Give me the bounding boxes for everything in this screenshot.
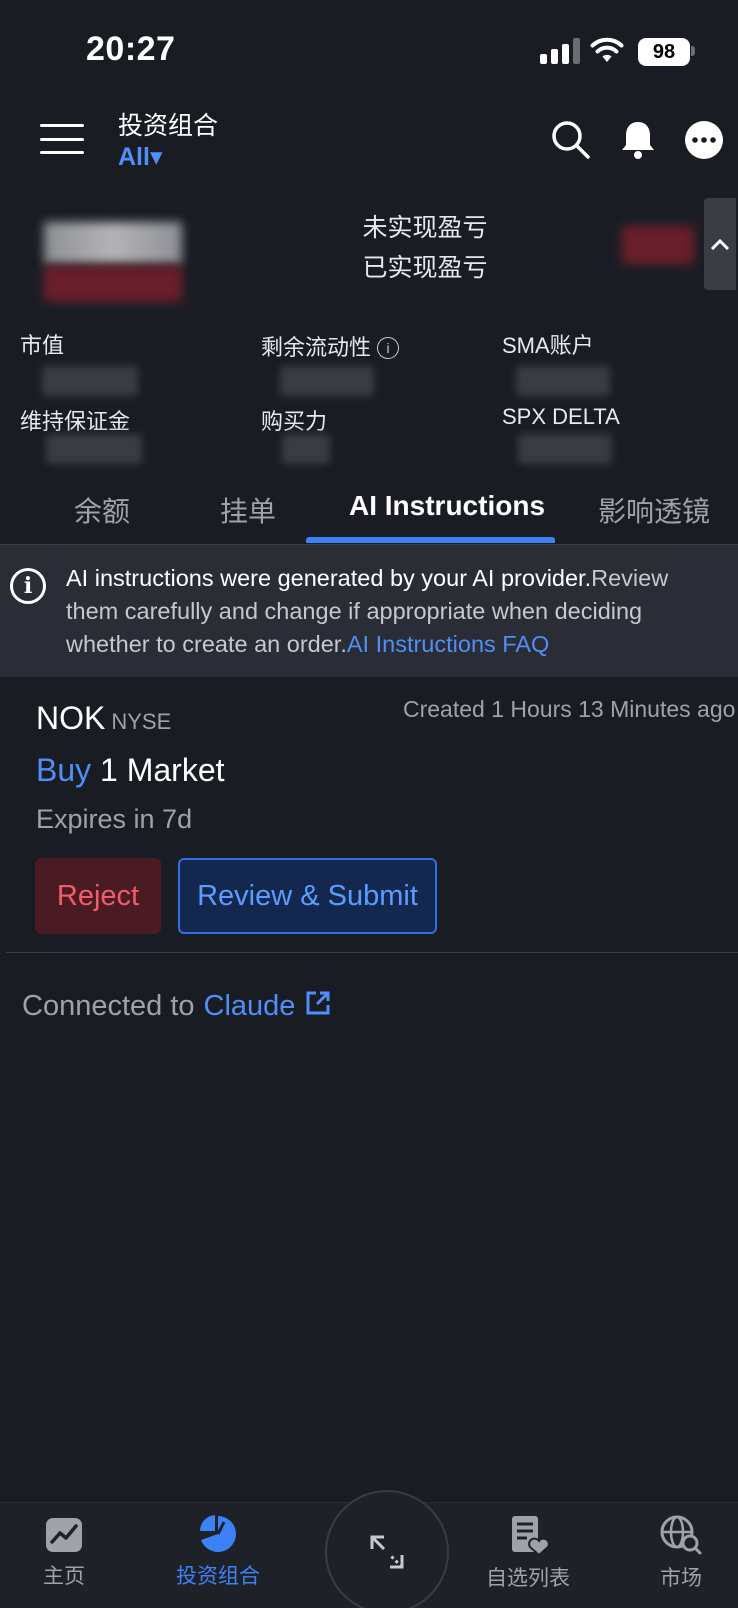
pnl-value-redacted (622, 226, 694, 264)
globe-search-icon (660, 1515, 702, 1555)
connection-status: Connected to Claude (22, 990, 331, 1023)
excess-liquidity-label: 剩余流动性 (261, 335, 372, 360)
more-options-icon[interactable] (682, 118, 726, 162)
account-filter-dropdown[interactable]: All▾ (118, 142, 163, 172)
exchange-label: NYSE (111, 709, 172, 734)
expiry-text: Expires in 7d (36, 804, 193, 834)
nav-label-home: 主页 (43, 1565, 85, 1588)
provider-link[interactable]: Claude (204, 990, 296, 1023)
ai-instructions-faq-link[interactable]: AI Instructions FAQ (347, 631, 549, 657)
hamburger-menu-icon[interactable] (40, 124, 84, 154)
daily-pnl-redacted (44, 266, 182, 302)
battery-tip (691, 46, 695, 56)
ai-disclaimer-text: AI instructions were generated by your A… (66, 562, 726, 661)
market-value-redacted (42, 366, 138, 396)
order-summary: Buy 1 Market (36, 752, 225, 789)
chevron-up-icon (710, 238, 730, 251)
connected-prefix: Connected to (22, 990, 195, 1022)
disclaimer-primary-text: AI instructions were generated by your A… (66, 565, 592, 591)
expand-arrows-icon (370, 1535, 404, 1569)
collapse-summary-button[interactable] (704, 198, 736, 290)
tab-ai-instructions[interactable]: AI Instructions (349, 490, 545, 522)
sma-redacted (516, 366, 610, 396)
created-timestamp: Created 1 Hours 13 Minutes ago (403, 696, 736, 722)
trade-center-button[interactable] (325, 1490, 449, 1608)
excess-liquidity-redacted (280, 366, 374, 396)
buying-power-label: 购买力 (261, 409, 328, 434)
wifi-icon (590, 37, 624, 62)
status-time: 20:27 (86, 30, 176, 68)
nav-item-markets[interactable]: 市场 (621, 1514, 738, 1592)
order-side: Buy (36, 752, 92, 788)
maintenance-margin-label: 维持保证金 (20, 409, 131, 434)
excess-liquidity-label-group: 剩余流动性 i (261, 330, 400, 362)
nav-label-watchlist: 自选列表 (486, 1567, 570, 1590)
unrealized-pnl-label: 未实现盈亏 (362, 214, 488, 242)
buying-power-redacted (282, 434, 330, 464)
review-submit-button[interactable]: Review & Submit (178, 858, 437, 934)
maintenance-margin-redacted (46, 434, 142, 464)
bell-icon[interactable] (616, 118, 660, 162)
tab-orders[interactable]: 挂单 (220, 490, 276, 530)
active-tab-indicator (306, 537, 555, 543)
net-liquidation-value-redacted (44, 222, 182, 264)
battery-icon: 98 (638, 38, 690, 66)
realized-pnl-label: 已实现盈亏 (362, 254, 488, 282)
nav-item-watchlist[interactable]: 自选列表 (468, 1514, 588, 1592)
pie-chart-icon (199, 1515, 236, 1552)
sma-label: SMA账户 (502, 333, 594, 358)
ticker-symbol: NOK (36, 700, 106, 736)
cellular-signal-icon (540, 38, 580, 64)
external-link-icon[interactable] (305, 990, 331, 1016)
tab-balances[interactable]: 余额 (74, 490, 130, 530)
nav-item-portfolio[interactable]: 投资组合 (158, 1514, 278, 1590)
info-icon[interactable]: i (377, 337, 400, 359)
search-icon[interactable] (549, 118, 593, 162)
reject-button[interactable]: Reject (35, 858, 161, 934)
market-value-label: 市值 (20, 333, 65, 358)
instruction-ticker-row[interactable]: NOK NYSE (36, 700, 171, 737)
nav-label-markets: 市场 (660, 1567, 702, 1590)
spx-delta-label: SPX DELTA (502, 404, 620, 429)
card-divider (6, 952, 738, 953)
watchlist-icon (512, 1516, 548, 1556)
tab-impact-lens[interactable]: 影响透镜 (598, 490, 710, 530)
info-icon: i (10, 568, 46, 604)
nav-label-portfolio: 投资组合 (176, 1565, 260, 1588)
spx-delta-redacted (518, 434, 612, 464)
nav-item-home[interactable]: 主页 (4, 1514, 124, 1590)
chart-icon (46, 1518, 82, 1552)
page-title: 投资组合 (118, 112, 219, 140)
order-detail: 1 Market (100, 752, 225, 788)
